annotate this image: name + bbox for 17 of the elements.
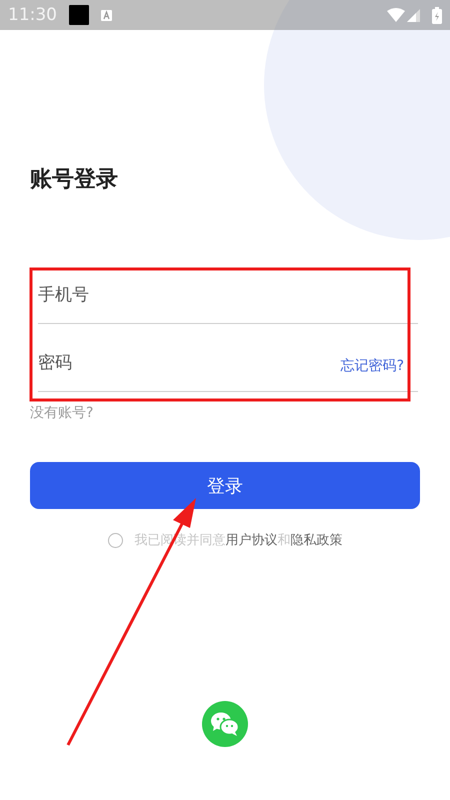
privacy-policy-link[interactable]: 隐私政策 [290,531,342,549]
signal-icon [407,8,420,22]
agreement-radio[interactable] [108,532,122,548]
login-button[interactable]: 登录 [30,462,420,509]
user-agreement-link[interactable]: 用户协议 [226,531,278,549]
agreement-text: 和 [278,532,290,549]
forgot-password-link[interactable]: 忘记密码? [340,356,404,374]
page-title: 账号登录 [30,166,118,194]
phone-input-field[interactable]: 手机号 [38,280,418,310]
wifi-icon [387,8,405,22]
password-input-field[interactable]: 密码 [38,348,341,378]
register-link[interactable]: 没有账号? [30,404,94,422]
battery-icon [432,6,442,24]
wechat-login-button[interactable] [202,701,248,747]
square-icon [69,5,89,25]
keyboard-icon [101,10,112,20]
chat-bubbles-icon [210,711,240,737]
